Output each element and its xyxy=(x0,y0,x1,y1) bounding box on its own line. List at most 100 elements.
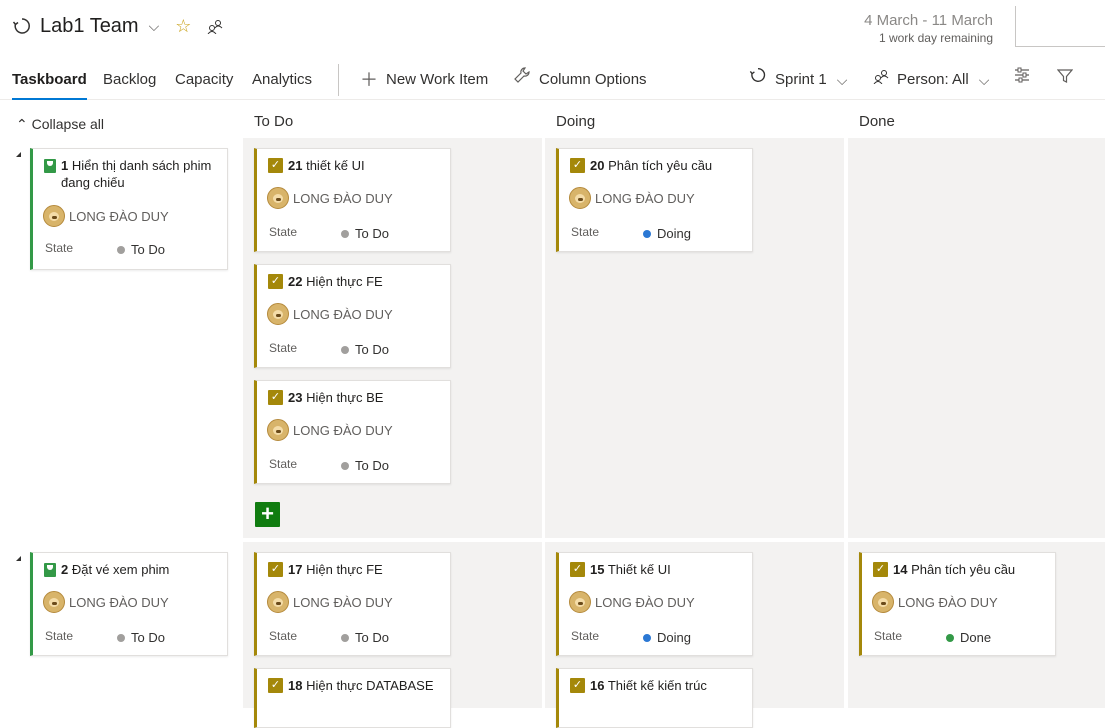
new-work-item-label: New Work Item xyxy=(386,71,489,88)
task-card[interactable]: ✓ 18 Hiện thực DATABASE xyxy=(254,668,451,728)
tab-taskboard[interactable]: Taskboard xyxy=(12,66,87,100)
status-dot xyxy=(117,245,125,254)
new-work-item-button[interactable]: ＋ New Work Item xyxy=(360,66,488,94)
state-label: State xyxy=(269,629,298,643)
pbi-card[interactable]: 1 Hiển thị danh sách phim đang chiếu LON… xyxy=(30,148,228,270)
trophy-icon xyxy=(44,563,56,577)
avatar xyxy=(267,303,289,325)
state-value[interactable]: To Do xyxy=(341,630,389,645)
task-card[interactable]: ✓ 21 thiết kế UI LONG ĐÀO DUY State To Do xyxy=(254,148,451,252)
chevron-down-icon: ⌵ xyxy=(148,17,160,34)
task-check-icon: ✓ xyxy=(873,562,888,577)
sprint-dates: 4 March - 11 March xyxy=(864,12,993,29)
pivot-bar: Taskboard Backlog Capacity Analytics ＋ N… xyxy=(0,60,1105,100)
state-label: State xyxy=(269,225,298,239)
state-label: State xyxy=(45,629,74,643)
tab-backlog[interactable]: Backlog xyxy=(103,66,156,94)
task-card[interactable]: ✓ 14 Phân tích yêu cầu LONG ĐÀO DUY State… xyxy=(859,552,1056,656)
state-value[interactable]: To Do xyxy=(117,242,165,257)
card-title: ✓ 15 Thiết kế UI xyxy=(570,561,744,578)
team-name: Lab1 Team xyxy=(40,14,139,37)
wrench-icon xyxy=(513,66,531,94)
row-expand-icon[interactable] xyxy=(16,152,21,157)
avatar xyxy=(267,419,289,441)
pbi-card[interactable]: 2 Đặt vé xem phim LONG ĐÀO DUY State To … xyxy=(30,552,228,656)
tab-capacity[interactable]: Capacity xyxy=(175,66,233,94)
task-card[interactable]: ✓ 20 Phân tích yêu cầu LONG ĐÀO DUY State… xyxy=(556,148,753,252)
settings-sliders-icon xyxy=(1013,66,1031,94)
avatar xyxy=(267,591,289,613)
task-card[interactable]: ✓ 17 Hiện thực FE LONG ĐÀO DUY State To D… xyxy=(254,552,451,656)
task-card[interactable]: ✓ 15 Thiết kế UI LONG ĐÀO DUY State Doing xyxy=(556,552,753,656)
task-check-icon: ✓ xyxy=(268,562,283,577)
avatar xyxy=(43,205,65,227)
avatar xyxy=(569,187,591,209)
state-label: State xyxy=(571,225,600,239)
card-title: ✓ 21 thiết kế UI xyxy=(268,157,442,174)
task-check-icon: ✓ xyxy=(268,158,283,173)
state-label: State xyxy=(269,341,298,355)
plus-icon: ＋ xyxy=(360,70,378,90)
state-label: State xyxy=(571,629,600,643)
add-task-button[interactable]: + xyxy=(255,502,280,527)
state-value[interactable]: Doing xyxy=(643,226,691,241)
column-header-todo: To Do xyxy=(254,113,294,130)
state-value[interactable]: Doing xyxy=(643,630,691,645)
team-members-icon[interactable] xyxy=(207,18,223,34)
state-value[interactable]: To Do xyxy=(341,226,389,241)
task-check-icon: ✓ xyxy=(268,390,283,405)
status-dot xyxy=(341,633,349,642)
task-check-icon: ✓ xyxy=(268,678,283,693)
person-filter-label: Person: All xyxy=(897,71,969,88)
status-dot xyxy=(341,461,349,470)
task-card[interactable]: ✓ 22 Hiện thực FE LONG ĐÀO DUY State To D… xyxy=(254,264,451,368)
chevron-down-icon: ⌵ xyxy=(836,72,848,88)
collapse-all-button[interactable]: ⌃ Collapse all xyxy=(16,116,104,133)
status-dot xyxy=(643,633,651,642)
card-title: ✓ 20 Phân tích yêu cầu xyxy=(570,157,744,174)
favorite-star-icon[interactable]: ☆ xyxy=(175,16,191,37)
card-title: ✓ 18 Hiện thực DATABASE xyxy=(268,677,442,694)
state-value[interactable]: To Do xyxy=(341,342,389,357)
assignee[interactable]: LONG ĐÀO DUY xyxy=(267,303,393,325)
state-value[interactable]: To Do xyxy=(117,630,165,645)
avatar xyxy=(43,591,65,613)
filter-button[interactable] xyxy=(1056,66,1074,94)
avatar xyxy=(569,591,591,613)
divider xyxy=(338,64,339,96)
state-label: State xyxy=(269,457,298,471)
assignee[interactable]: LONG ĐÀO DUY xyxy=(267,187,393,209)
status-dot xyxy=(341,229,349,238)
row-expand-icon[interactable] xyxy=(16,556,21,561)
column-header-done: Done xyxy=(859,113,895,130)
state-value[interactable]: Done xyxy=(946,630,991,645)
assignee[interactable]: LONG ĐÀO DUY xyxy=(569,187,695,209)
collapse-chevron-icon: ⌃ xyxy=(16,116,32,132)
column-options-label: Column Options xyxy=(539,71,647,88)
sprint-iteration-icon xyxy=(12,16,32,36)
team-selector[interactable]: Lab1 Team ⌵ ☆ xyxy=(12,12,223,40)
column-options-button[interactable]: Column Options xyxy=(513,66,647,94)
task-card[interactable]: ✓ 23 Hiện thực BE LONG ĐÀO DUY State To D… xyxy=(254,380,451,484)
assignee[interactable]: LONG ĐÀO DUY xyxy=(43,591,169,613)
assignee[interactable]: LONG ĐÀO DUY xyxy=(43,205,169,227)
assignee[interactable]: LONG ĐÀO DUY xyxy=(569,591,695,613)
status-dot xyxy=(341,345,349,354)
column-header-doing: Doing xyxy=(556,113,596,130)
person-filter[interactable]: Person: All ⌵ xyxy=(873,66,989,94)
header: Lab1 Team ⌵ ☆ 4 March - 11 March 1 work … xyxy=(0,0,1105,52)
card-title: ✓ 14 Phân tích yêu cầu xyxy=(873,561,1047,578)
tab-analytics[interactable]: Analytics xyxy=(252,66,312,94)
view-options-button[interactable] xyxy=(1013,66,1031,94)
sprint-picker[interactable]: Sprint 1 ⌵ xyxy=(749,66,847,94)
sprint-iteration-icon xyxy=(749,66,767,94)
assignee[interactable]: LONG ĐÀO DUY xyxy=(267,591,393,613)
days-remaining: 1 work day remaining xyxy=(878,31,993,45)
cell-row1-done xyxy=(848,138,1105,538)
assignee[interactable]: LONG ĐÀO DUY xyxy=(872,591,998,613)
sprint-date-range: 4 March - 11 March 1 work day remaining xyxy=(864,12,993,45)
assignee[interactable]: LONG ĐÀO DUY xyxy=(267,419,393,441)
state-value[interactable]: To Do xyxy=(341,458,389,473)
trophy-icon xyxy=(44,159,56,173)
task-card[interactable]: ✓ 16 Thiết kế kiến trúc xyxy=(556,668,753,728)
